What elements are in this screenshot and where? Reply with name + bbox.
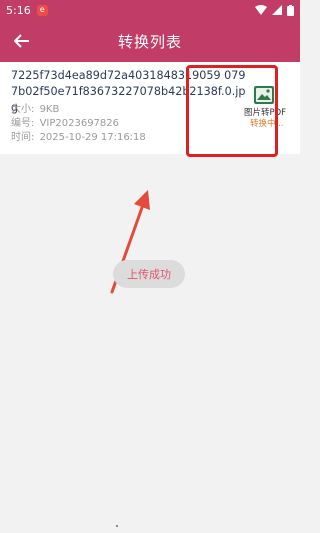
size-value: 9KB — [39, 104, 60, 115]
notification-icon: e — [36, 4, 48, 16]
back-arrow-icon — [14, 34, 29, 48]
status-bar: 5:16 e — [0, 0, 300, 20]
highlight-box — [186, 65, 278, 157]
id-value: VIP2023697826 — [39, 118, 120, 129]
size-label: 大小: — [11, 104, 35, 115]
time-label: 时间: — [11, 132, 35, 143]
page-title: 转换列表 — [117, 32, 182, 51]
file-size-row: 大小: 9KB — [11, 104, 59, 116]
nav-indicator — [116, 525, 118, 527]
toast-message: 上传成功 — [113, 260, 185, 288]
battery-icon — [287, 4, 294, 16]
id-label: 编号: — [11, 118, 35, 129]
app-bar: 转换列表 — [0, 20, 300, 62]
wifi-icon — [255, 5, 267, 15]
file-id-row: 编号: VIP2023697826 — [11, 118, 119, 130]
time-value: 2025-10-29 17:16:18 — [39, 132, 146, 143]
status-time: 5:16 — [6, 3, 31, 17]
signal-icon — [272, 5, 282, 15]
back-button[interactable] — [10, 29, 34, 53]
file-time-row: 时间: 2025-10-29 17:16:18 — [11, 132, 146, 144]
